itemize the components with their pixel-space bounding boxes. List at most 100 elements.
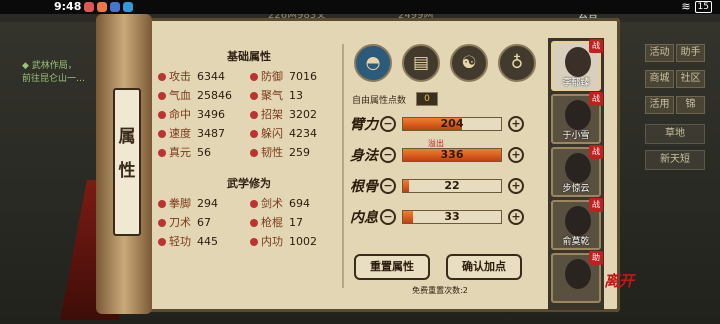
confirm-points-button[interactable]: 确认加点 <box>446 254 522 280</box>
plus-button[interactable]: + <box>508 116 524 132</box>
clock: 9:48 <box>54 0 82 13</box>
taiji-icon[interactable]: ☯ <box>450 44 488 82</box>
attr-name: 刀术 <box>169 216 191 229</box>
menu-community[interactable]: 社区 <box>676 70 705 88</box>
point-row: 臂力 − 204 + <box>350 111 540 137</box>
minus-button[interactable]: − <box>380 147 396 163</box>
attr-row: 防御 7016 <box>250 68 340 85</box>
avatar <box>565 206 591 236</box>
quest-title: ◆ 武林作局， <box>22 61 77 71</box>
attr-name: 命中 <box>169 108 191 121</box>
attr-name: 聚气 <box>261 89 283 102</box>
point-label: 身法 <box>350 148 378 164</box>
attr-value: 694 <box>289 197 310 210</box>
weather-label[interactable]: 新天短 <box>645 150 705 170</box>
attr-dot-icon <box>158 148 166 157</box>
attr-row: 聚气 13 <box>250 87 340 104</box>
character-tag: 战 <box>589 198 603 212</box>
attr-row: 躲闪 4234 <box>250 125 340 142</box>
point-value: 204 <box>440 117 464 130</box>
attr-row: 刀术 67 <box>158 214 250 231</box>
panel-divider <box>342 44 344 288</box>
attr-dot-icon <box>250 91 258 100</box>
attr-name: 攻击 <box>169 70 191 83</box>
attr-dot-icon <box>250 148 258 157</box>
attr-name: 真元 <box>169 146 191 159</box>
attr-dot-icon <box>158 199 166 208</box>
attr-row: 韧性 259 <box>250 144 340 161</box>
attr-value: 7016 <box>289 70 317 83</box>
attr-dot-icon <box>250 110 258 119</box>
minus-button[interactable]: − <box>380 116 396 132</box>
attr-dot-icon <box>250 72 258 81</box>
point-bar: 204 <box>402 117 502 131</box>
status-right: ≋ 15 <box>681 0 712 13</box>
character-card[interactable]: 战于小雪 <box>551 92 603 144</box>
point-row: 内息 − 33 + <box>350 204 540 230</box>
martial-title: 武学修为 <box>227 177 271 190</box>
point-label: 内息 <box>350 210 378 226</box>
plus-button[interactable]: + <box>508 178 524 194</box>
attr-value: 294 <box>197 197 218 210</box>
minus-button[interactable]: − <box>380 209 396 225</box>
points-panel: ◓ ▤ ☯ ♁ 自由属性点数 0 臂力 −204 + 身法 −336 + 溢出 根骨 −22 + 内… <box>350 44 540 295</box>
app-icon <box>110 2 120 12</box>
attr-dot-icon <box>158 91 166 100</box>
menu-shop[interactable]: 商城 <box>645 70 674 88</box>
plus-button[interactable]: + <box>508 147 524 163</box>
avatar <box>565 100 591 130</box>
character-list: 战李郁臻战于小雪战步惊云战俞莫乾助 <box>548 38 604 310</box>
attr-name: 招架 <box>261 108 283 121</box>
attr-value: 259 <box>289 146 310 159</box>
free-points-row: 自由属性点数 0 <box>352 92 540 106</box>
character-tag: 战 <box>589 39 603 53</box>
attr-value: 3202 <box>289 108 317 121</box>
menu-item-6[interactable]: 锦 <box>676 96 705 114</box>
menu-item-5[interactable]: 活用 <box>645 96 674 114</box>
attr-value: 13 <box>289 89 303 102</box>
attr-row: 剑术 694 <box>250 195 340 212</box>
map-label[interactable]: 草地 <box>645 124 705 144</box>
stats-panel: 基础属性 攻击 6344 防御 7016 气血 25846 聚气 13 命中 3496 招架 3202… <box>158 40 340 300</box>
attr-value: 445 <box>197 235 218 248</box>
attr-row: 命中 3496 <box>158 106 250 123</box>
attr-name: 防御 <box>261 70 283 83</box>
avatar <box>565 153 591 183</box>
right-menu: 活动 助手 商城 社区 活用锦 草地 新天短 <box>645 40 705 176</box>
martial-attrs-grid: 拳脚 294 剑术 694 刀术 67 枪棍 17 轻功 445 内功 1002 <box>158 195 340 250</box>
attr-row: 枪棍 17 <box>250 214 340 231</box>
menu-helper[interactable]: 助手 <box>676 44 705 62</box>
character-tag: 战 <box>589 92 603 106</box>
attr-value: 3487 <box>197 127 225 140</box>
attr-value: 4234 <box>289 127 317 140</box>
meridian-body-icon[interactable]: ♁ <box>498 44 536 82</box>
character-card[interactable]: 战步惊云 <box>551 145 603 197</box>
character-card[interactable]: 战李郁臻 <box>551 39 603 91</box>
attr-dot-icon <box>250 218 258 227</box>
free-reset-count: 免费重置次数:2 <box>412 286 468 295</box>
plus-button[interactable]: + <box>508 209 524 225</box>
wifi-icon: ≋ <box>681 0 691 13</box>
character-card[interactable]: 战俞莫乾 <box>551 198 603 250</box>
app-icon <box>84 2 94 12</box>
attr-name: 拳脚 <box>169 197 191 210</box>
attr-value: 17 <box>289 216 303 229</box>
vertical-title: 属性 <box>113 88 141 236</box>
quest-tracker[interactable]: ◆ 武林作局， 前往昆仑山一… <box>22 60 85 86</box>
point-value: 33 <box>444 210 460 223</box>
reset-attributes-button[interactable]: 重置属性 <box>354 254 430 280</box>
scroll-book-icon[interactable]: ▤ <box>402 44 440 82</box>
point-bar: 22 <box>402 179 502 193</box>
menu-activity[interactable]: 活动 <box>645 44 674 62</box>
app-icon <box>97 2 107 12</box>
hat-icon[interactable]: ◓ <box>354 44 392 82</box>
close-button[interactable]: 离开 <box>604 270 634 291</box>
character-card[interactable]: 助 <box>551 251 603 303</box>
point-value: 336 <box>440 148 464 161</box>
attr-value: 56 <box>197 146 211 159</box>
character-name: 于小雪 <box>562 131 590 141</box>
character-name: 俞莫乾 <box>562 237 590 247</box>
character-tag: 战 <box>589 145 603 159</box>
attr-dot-icon <box>158 129 166 138</box>
minus-button[interactable]: − <box>380 178 396 194</box>
